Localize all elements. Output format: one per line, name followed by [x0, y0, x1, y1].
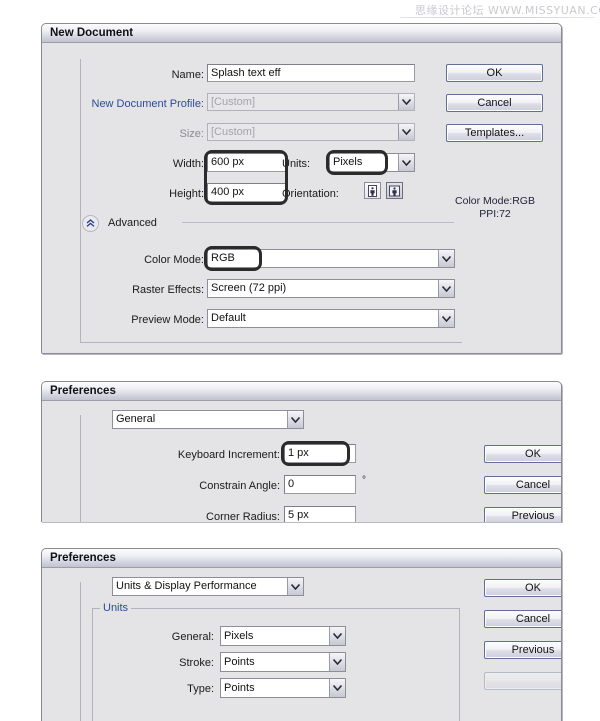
name-label: Name:: [171, 69, 204, 81]
corner-radius-input[interactable]: 5 px: [284, 506, 356, 522]
units-general-combo[interactable]: Pixels: [220, 626, 346, 646]
preferences-section-value: Units & Display Performance: [116, 580, 257, 592]
new-document-dialog: New Document Name: Splash text eff New D…: [41, 23, 562, 354]
size-label: Size:: [179, 128, 204, 140]
preview-mode-value: Default: [211, 312, 246, 324]
chevron-down-icon: [438, 250, 454, 267]
preferences-section-value: General: [116, 413, 156, 425]
preview-mode-combo[interactable]: Default: [207, 309, 455, 328]
height-label: Height:: [169, 188, 204, 200]
chevron-down-icon: [398, 124, 414, 140]
new-document-titlebar: New Document: [42, 24, 561, 43]
portrait-icon: [368, 184, 377, 197]
width-label: Width:: [172, 158, 204, 170]
info-ppi: PPI:72: [479, 208, 511, 220]
color-mode-value: RGB: [211, 252, 235, 264]
units-general-label: General:: [171, 631, 214, 643]
keyboard-increment-label: Keyboard Increment:: [177, 449, 280, 461]
profile-group-bottom: [80, 340, 462, 343]
new-document-title: New Document: [50, 27, 134, 39]
units-type-label: Type:: [187, 683, 214, 695]
advanced-toggle[interactable]: [82, 215, 99, 232]
raster-effects-label: Raster Effects:: [132, 284, 204, 296]
chevron-down-icon: [438, 280, 454, 297]
chevron-down-icon: [329, 627, 345, 645]
raster-effects-combo[interactable]: Screen (72 ppi): [207, 279, 455, 298]
height-input[interactable]: 400 px: [207, 183, 286, 202]
chevron-down-icon: [287, 411, 303, 428]
preview-mode-label: Preview Mode:: [131, 314, 204, 326]
units-label: Units:: [282, 158, 311, 170]
constrain-angle-input[interactable]: 0: [284, 475, 356, 494]
chevron-down-icon: [287, 578, 303, 595]
units-stroke-value: Points: [224, 656, 255, 668]
preferences-general-title: Preferences: [50, 385, 116, 397]
preferences-units-title: Preferences: [50, 552, 116, 564]
name-input[interactable]: Splash text eff: [207, 64, 415, 82]
ok-button[interactable]: OK: [484, 579, 561, 597]
units-value: Pixels: [333, 156, 363, 168]
preferences-section-select[interactable]: General: [112, 410, 304, 429]
orientation-label: Orientation:: [282, 188, 339, 200]
profile-value: [Custom]: [211, 96, 256, 108]
color-mode-label: Color Mode:: [144, 254, 204, 266]
info-color-mode: Color Mode:RGB: [455, 195, 535, 207]
pref-general-group-frame: [80, 415, 462, 522]
units-group-legend: Units: [100, 603, 132, 614]
ok-button[interactable]: OK: [446, 64, 543, 82]
preferences-section-select[interactable]: Units & Display Performance: [112, 577, 304, 596]
size-combo[interactable]: [Custom]: [207, 123, 415, 141]
chevron-down-icon: [329, 679, 345, 697]
chevron-down-icon: [398, 154, 414, 171]
corner-radius-label: Corner Radius:: [206, 511, 280, 522]
width-input[interactable]: 600 px: [207, 153, 286, 172]
advanced-label: Advanced: [108, 217, 157, 229]
size-value: [Custom]: [211, 126, 256, 138]
preferences-units-titlebar: Preferences: [42, 549, 561, 568]
keyboard-increment-input[interactable]: 1 px: [284, 444, 356, 463]
watermark-text: 思缘设计论坛 WWW.MISSYUAN.COM: [415, 4, 600, 17]
constrain-angle-label: Constrain Angle:: [199, 480, 280, 492]
units-stroke-combo[interactable]: Points: [220, 652, 346, 672]
next-button[interactable]: [484, 672, 561, 690]
ok-button[interactable]: OK: [484, 445, 561, 463]
profile-label: New Document Profile:: [91, 98, 205, 110]
preferences-units-dialog: Preferences Units & Display Performance …: [41, 548, 562, 721]
chevron-down-icon: [398, 94, 414, 110]
degree-symbol: °: [362, 475, 366, 486]
profile-combo[interactable]: [Custom]: [207, 93, 415, 111]
advanced-divider: [182, 222, 454, 223]
units-combo[interactable]: Pixels: [329, 153, 415, 172]
units-stroke-label: Stroke:: [179, 657, 214, 669]
cancel-button[interactable]: Cancel: [446, 94, 543, 112]
chevron-down-icon: [438, 310, 454, 327]
cancel-button[interactable]: Cancel: [484, 476, 561, 494]
templates-button[interactable]: Templates...: [446, 124, 543, 142]
preferences-units-body: Units & Display Performance Units Genera…: [42, 568, 561, 721]
units-type-value: Points: [224, 682, 255, 694]
previous-button[interactable]: Previous: [484, 641, 561, 659]
chevron-up-double-icon: [86, 219, 95, 227]
orientation-landscape-button[interactable]: [386, 182, 403, 199]
raster-effects-value: Screen (72 ppi): [211, 282, 287, 294]
color-mode-combo[interactable]: RGB: [207, 249, 455, 268]
previous-button[interactable]: Previous: [484, 507, 561, 522]
preferences-general-body: General Keyboard Increment: 1 px Constra…: [42, 401, 561, 522]
orientation-portrait-button[interactable]: [364, 182, 381, 199]
preferences-general-titlebar: Preferences: [42, 382, 561, 401]
cancel-button[interactable]: Cancel: [484, 610, 561, 628]
new-document-body: Name: Splash text eff New Document Profi…: [42, 43, 561, 353]
units-type-combo[interactable]: Points: [220, 678, 346, 698]
units-general-value: Pixels: [224, 630, 254, 642]
preferences-general-dialog: Preferences General Keyboard Increment: …: [41, 381, 562, 522]
chevron-down-icon: [329, 653, 345, 671]
landscape-icon: [389, 185, 400, 196]
